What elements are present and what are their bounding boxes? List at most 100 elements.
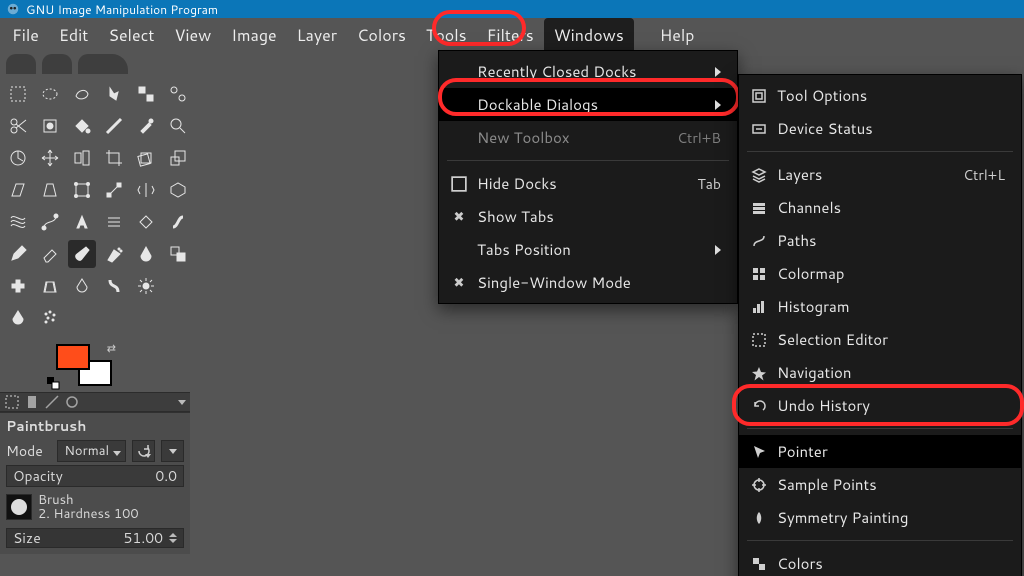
size-row[interactable]: Size 51.00 bbox=[6, 528, 184, 548]
tool-gradient[interactable] bbox=[100, 112, 128, 140]
mi-layers[interactable]: LayersCtrl+L bbox=[739, 158, 1021, 191]
mi-dockable-dialogs[interactable]: Dockable Dialogs bbox=[439, 88, 737, 121]
tool-paths[interactable] bbox=[36, 208, 64, 236]
tool-move[interactable] bbox=[36, 144, 64, 172]
size-spinner[interactable] bbox=[169, 533, 177, 543]
fg-color[interactable] bbox=[56, 344, 90, 370]
tool-paintbrush[interactable] bbox=[68, 240, 96, 268]
mi-new-toolbox[interactable]: New ToolboxCtrl+B bbox=[439, 121, 737, 154]
tool-drop[interactable] bbox=[4, 304, 32, 332]
mi-device-status[interactable]: Device Status bbox=[739, 112, 1021, 145]
tool-measure[interactable] bbox=[4, 144, 32, 172]
tool-perspective-clone[interactable] bbox=[36, 272, 64, 300]
menu-image[interactable]: Image bbox=[221, 18, 286, 53]
mi-hide-docks[interactable]: Hide DocksTab bbox=[439, 167, 737, 200]
tool-unified-transform[interactable] bbox=[68, 176, 96, 204]
tool-crop[interactable] bbox=[100, 144, 128, 172]
mi-sample-points[interactable]: Sample Points bbox=[739, 468, 1021, 501]
tool-blur[interactable] bbox=[68, 272, 96, 300]
mi-paths[interactable]: Paths bbox=[739, 224, 1021, 257]
tool-smudge[interactable] bbox=[100, 272, 128, 300]
mode-reset-icon[interactable] bbox=[132, 440, 155, 462]
menu-tools[interactable]: Tools bbox=[416, 18, 477, 53]
tool-eraser[interactable] bbox=[36, 240, 64, 268]
layers-icon bbox=[751, 167, 767, 183]
tool-free-select[interactable] bbox=[68, 80, 96, 108]
mi-navigation[interactable]: Navigation bbox=[739, 356, 1021, 389]
tool-pencil[interactable] bbox=[4, 240, 32, 268]
tool-handle-transform[interactable] bbox=[100, 176, 128, 204]
mode-label: Mode bbox=[6, 441, 51, 461]
opacity-slider[interactable]: Opacity 0.0 bbox=[6, 465, 184, 487]
pointer-icon bbox=[751, 444, 767, 460]
device-status-icon bbox=[751, 121, 767, 137]
mi-undo-history[interactable]: Undo History bbox=[739, 389, 1021, 422]
menu-select[interactable]: Select bbox=[98, 18, 164, 53]
mi-tool-options[interactable]: Tool Options bbox=[739, 79, 1021, 112]
menu-filters[interactable]: Filters bbox=[477, 18, 544, 53]
mi-symmetry[interactable]: Symmetry Painting bbox=[739, 501, 1021, 534]
tabs-menu-icon[interactable] bbox=[178, 400, 186, 405]
tool-foreground-select[interactable] bbox=[36, 112, 64, 140]
tab-icon-2[interactable] bbox=[24, 394, 40, 410]
brush-preview[interactable] bbox=[6, 494, 32, 520]
chevron-right-icon bbox=[715, 62, 721, 82]
mi-recently-closed[interactable]: Recently Closed Docks bbox=[439, 55, 737, 88]
menu-file[interactable]: File bbox=[2, 18, 49, 53]
tool-heal[interactable] bbox=[4, 272, 32, 300]
tool-bucket[interactable] bbox=[132, 208, 160, 236]
tool-scissors[interactable] bbox=[4, 112, 32, 140]
mi-colors[interactable]: Colors bbox=[739, 547, 1021, 576]
tool-ink[interactable] bbox=[132, 240, 160, 268]
menu-separator bbox=[447, 160, 729, 161]
mi-single-window[interactable]: ✖ Single-Window Mode bbox=[439, 266, 737, 299]
tool-gegl[interactable] bbox=[100, 208, 128, 236]
size-value: 51.00 bbox=[124, 528, 163, 548]
tool-mypaint[interactable] bbox=[164, 208, 192, 236]
tab-icon-4[interactable] bbox=[64, 394, 80, 410]
tool-warp[interactable] bbox=[4, 208, 32, 236]
menu-edit[interactable]: Edit bbox=[49, 18, 98, 53]
menu-layer[interactable]: Layer bbox=[287, 18, 347, 53]
tool-fuzzy-select[interactable] bbox=[100, 80, 128, 108]
menu-help[interactable]: Help bbox=[650, 18, 705, 53]
work-area: ⇄ Paintbrush Mode Normal Opacity 0.0 bbox=[0, 52, 1024, 576]
mi-pointer[interactable]: Pointer bbox=[739, 435, 1021, 468]
tool-flip[interactable] bbox=[132, 176, 160, 204]
tool-color-picker[interactable] bbox=[132, 112, 160, 140]
menu-view[interactable]: View bbox=[164, 18, 221, 53]
tool-rect-select[interactable] bbox=[4, 80, 32, 108]
tool-clone[interactable] bbox=[164, 240, 192, 268]
tool-shear[interactable] bbox=[4, 176, 32, 204]
tool-cage[interactable] bbox=[164, 176, 192, 204]
tool-dodge[interactable] bbox=[132, 272, 160, 300]
tool-rotate[interactable] bbox=[132, 144, 160, 172]
tab-icon-3[interactable] bbox=[44, 394, 60, 410]
swap-colors-icon[interactable]: ⇄ bbox=[107, 340, 116, 356]
mi-histogram[interactable]: Histogram bbox=[739, 290, 1021, 323]
tool-spray[interactable] bbox=[36, 304, 64, 332]
tool-ellipse-select[interactable] bbox=[36, 80, 64, 108]
color-swatch[interactable]: ⇄ bbox=[56, 344, 112, 386]
tool-perspective[interactable] bbox=[36, 176, 64, 204]
mode-menu-icon[interactable] bbox=[161, 440, 184, 462]
tool-zoom[interactable] bbox=[164, 112, 192, 140]
mi-selection-editor[interactable]: Selection Editor bbox=[739, 323, 1021, 356]
tool-align[interactable] bbox=[68, 144, 96, 172]
default-colors-icon[interactable] bbox=[46, 374, 60, 388]
symmetry-icon bbox=[751, 510, 767, 526]
menu-windows[interactable]: Windows bbox=[544, 18, 634, 53]
mi-show-tabs[interactable]: ✖ Show Tabs bbox=[439, 200, 737, 233]
tool-airbrush[interactable] bbox=[100, 240, 128, 268]
tool-text[interactable] bbox=[68, 208, 96, 236]
tool-by-color-select[interactable] bbox=[132, 80, 160, 108]
mi-colormap[interactable]: Colormap bbox=[739, 257, 1021, 290]
menu-colors[interactable]: Colors bbox=[347, 18, 416, 53]
tool-iscissors[interactable] bbox=[164, 80, 192, 108]
mi-tabs-position[interactable]: Tabs Position bbox=[439, 233, 737, 266]
tab-icon-1[interactable] bbox=[4, 394, 20, 410]
mode-dropdown[interactable]: Normal bbox=[57, 440, 126, 462]
mi-channels[interactable]: Channels bbox=[739, 191, 1021, 224]
tool-scale[interactable] bbox=[164, 144, 192, 172]
tool-bucket-fill[interactable] bbox=[68, 112, 96, 140]
